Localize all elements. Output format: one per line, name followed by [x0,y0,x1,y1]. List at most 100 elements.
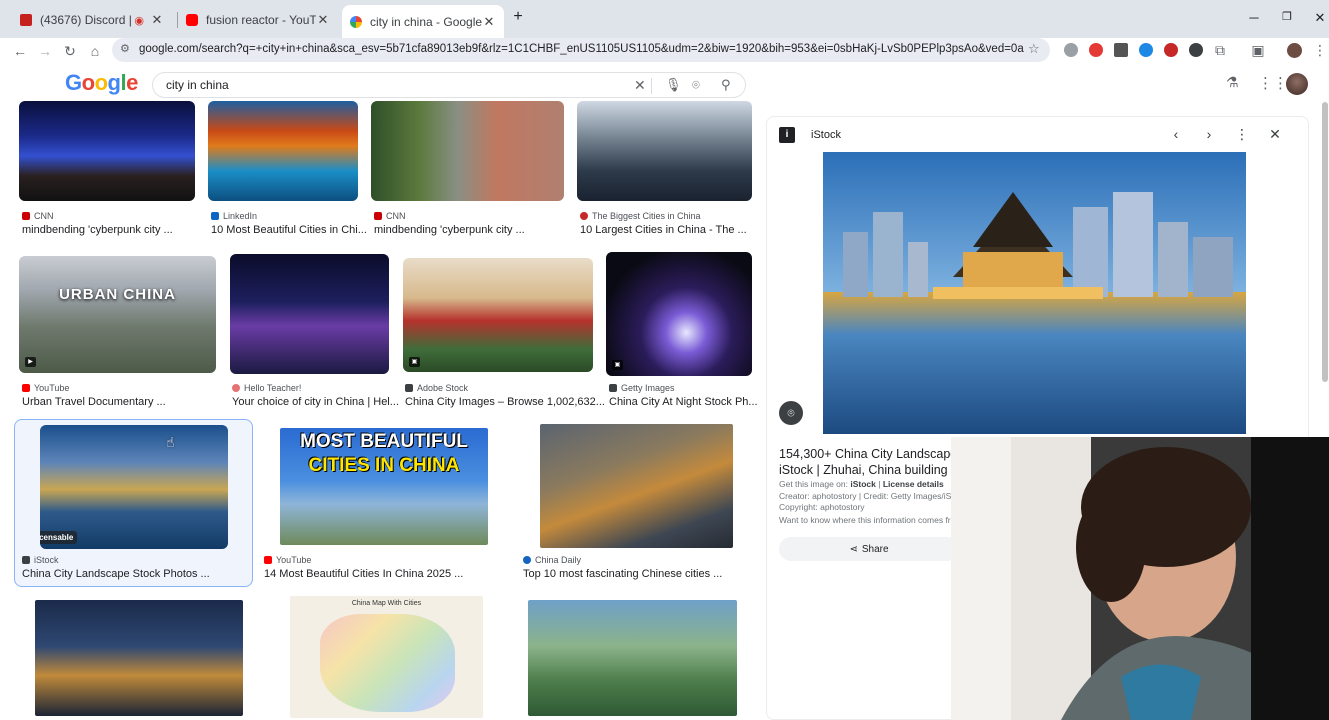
back-button[interactable]: ← [10,41,30,61]
result-title[interactable]: China City At Night Stock Ph... [609,396,758,408]
result-source[interactable]: iStock [22,555,59,565]
shield-icon[interactable] [1189,43,1203,57]
result-thumbnail[interactable]: URBAN CHINA ▶ [19,256,216,373]
search-divider [651,78,652,94]
result-source[interactable]: Adobe Stock [405,383,468,393]
apps-grid-icon[interactable]: ⋮⋮ [1258,74,1288,92]
biggest-cities-favicon-icon [580,212,588,220]
result-thumbnail[interactable] [577,101,752,201]
info-source-link[interactable]: Want to know where this information come… [779,515,955,525]
source-name: YouTube [276,555,312,565]
new-tab-button[interactable]: + [508,8,528,26]
labs-flask-icon[interactable]: ⚗ [1226,74,1239,91]
close-tab-icon[interactable]: ✕ [316,12,330,28]
china-daily-favicon-icon [523,556,531,564]
get-image-line: Get this image on: iStock | License deta… [779,479,944,489]
close-panel-icon[interactable]: ✕ [1266,126,1284,143]
result-source[interactable]: Hello Teacher! [232,383,301,393]
result-title[interactable]: China City Landscape Stock Photos ... [22,568,210,580]
tab-discord[interactable]: (43676) Discord | Jhunter, R ◉ ✕ [12,6,172,34]
adblock-icon[interactable] [1089,43,1103,57]
result-source[interactable]: YouTube [264,555,311,565]
result-title[interactable]: Your choice of city in China | Hel... [232,396,399,408]
result-thumbnail[interactable] [528,600,737,716]
extensions-puzzle-icon[interactable]: ⧉ [1210,40,1230,60]
search-box[interactable]: city in china ✕ 🎙 ⌾ ⚲ [152,72,746,98]
tab-google-search[interactable]: city in china - Google Search ✕ [342,5,504,38]
home-button[interactable]: ⌂ [85,41,105,61]
result-title[interactable]: Urban Travel Documentary ... [22,396,166,408]
result-thumbnail[interactable]: ▣ [606,252,752,376]
bookmark-star-icon[interactable]: ☆ [1028,41,1040,57]
more-options-icon[interactable]: ⋮ [1233,126,1251,143]
result-thumbnail[interactable] [371,101,564,201]
get-image-source-link[interactable]: iStock [850,479,876,489]
close-window-button[interactable]: ✕ [1310,10,1329,26]
panel-image-title[interactable]: 154,300+ China City Landscape iStock | Z… [779,446,959,478]
lens-search-icon[interactable]: ⌾ [692,77,700,93]
result-thumbnail[interactable] [208,101,358,201]
webcam-person-image [951,437,1329,720]
menu-kebab-icon[interactable]: ⋮ [1310,40,1329,60]
result-thumbnail[interactable]: ▣ [403,258,593,372]
result-title[interactable]: mindbending 'cyberpunk city ... [22,224,173,236]
voice-search-icon[interactable]: 🎙 [665,77,682,93]
account-avatar[interactable] [1286,73,1308,95]
result-source[interactable]: LinkedIn [211,211,257,221]
result-thumbnail[interactable] [19,101,195,201]
preview-image[interactable] [823,152,1246,434]
result-thumbnail[interactable]: Licensable [40,425,228,549]
extension-blue-icon[interactable] [1139,43,1153,57]
result-source[interactable]: The Biggest Cities in China [580,211,701,221]
close-tab-icon[interactable]: ✕ [482,14,496,30]
forward-button[interactable]: → [35,41,55,61]
search-input[interactable]: city in china [166,78,229,92]
thumbnail-overlay-text: URBAN CHINA [59,286,176,303]
result-title[interactable]: 10 Most Beautiful Cities in Chi... [211,224,367,236]
close-tab-icon[interactable]: ✕ [150,12,164,28]
result-card-selected[interactable]: Licensable iStock China City Landscape S… [14,419,253,587]
clear-search-icon[interactable]: ✕ [634,77,646,94]
reload-button[interactable]: ↻ [60,41,80,61]
image-icon: ▣ [409,357,420,367]
result-title[interactable]: 14 Most Beautiful Cities In China 2025 .… [264,568,463,580]
result-source[interactable]: China Daily [523,555,581,565]
result-title[interactable]: 10 Largest Cities in China - The ... [580,224,747,236]
lens-icon[interactable]: ⌾ [779,401,803,425]
result-source[interactable]: CNN [374,211,406,221]
address-bar[interactable]: ⚙ google.com/search?q=+city+in+china&sca… [112,38,1050,62]
result-title[interactable]: mindbending 'cyberpunk city ... [374,224,525,236]
result-source[interactable]: Getty Images [609,383,675,393]
site-info-icon[interactable]: ⚙ [120,42,130,55]
search-icon[interactable]: ⚲ [721,77,731,93]
result-thumbnail[interactable]: MOST BEAUTIFUL CITIES IN CHINA ▶ [280,428,488,545]
extension-red-icon[interactable] [1164,43,1178,57]
result-source[interactable]: YouTube [22,383,69,393]
extension-grid-icon[interactable] [1114,43,1128,57]
result-thumbnail[interactable] [35,600,243,716]
result-thumbnail[interactable] [540,424,733,548]
minimize-button[interactable]: ─ [1244,10,1264,25]
panel-source[interactable]: iStock [811,129,841,141]
license-details-link[interactable]: License details [883,479,944,489]
result-source[interactable]: CNN [22,211,54,221]
profile-avatar[interactable] [1287,43,1302,58]
result-title[interactable]: China City Images – Browse 1,002,632... [405,396,605,408]
next-image-icon[interactable]: › [1200,126,1218,142]
tab-youtube[interactable]: fusion reactor - YouTube ✕ [178,6,338,34]
google-logo[interactable]: Google [65,70,138,96]
result-thumbnail[interactable]: China Map With Cities [290,596,483,718]
result-thumbnail[interactable] [230,254,389,374]
adobe-stock-favicon-icon [405,384,413,392]
tab-title: (43676) Discord | Jhunter, R [40,13,134,27]
istock-favicon-icon [22,556,30,564]
browser-toolbar: ← → ↻ ⌂ ⚙ google.com/search?q=+city+in+c… [0,38,1329,64]
result-title[interactable]: Top 10 most fascinating Chinese cities .… [523,568,722,580]
extension-flask-icon[interactable] [1064,43,1078,57]
page-scrollbar[interactable] [1322,102,1328,382]
side-panel-icon[interactable]: ▣ [1248,40,1268,60]
previous-image-icon[interactable]: ‹ [1167,126,1185,142]
restore-button[interactable]: ❐ [1277,10,1297,23]
webcam-overlay [951,437,1329,720]
share-button[interactable]: ⋖ Share [779,537,959,561]
